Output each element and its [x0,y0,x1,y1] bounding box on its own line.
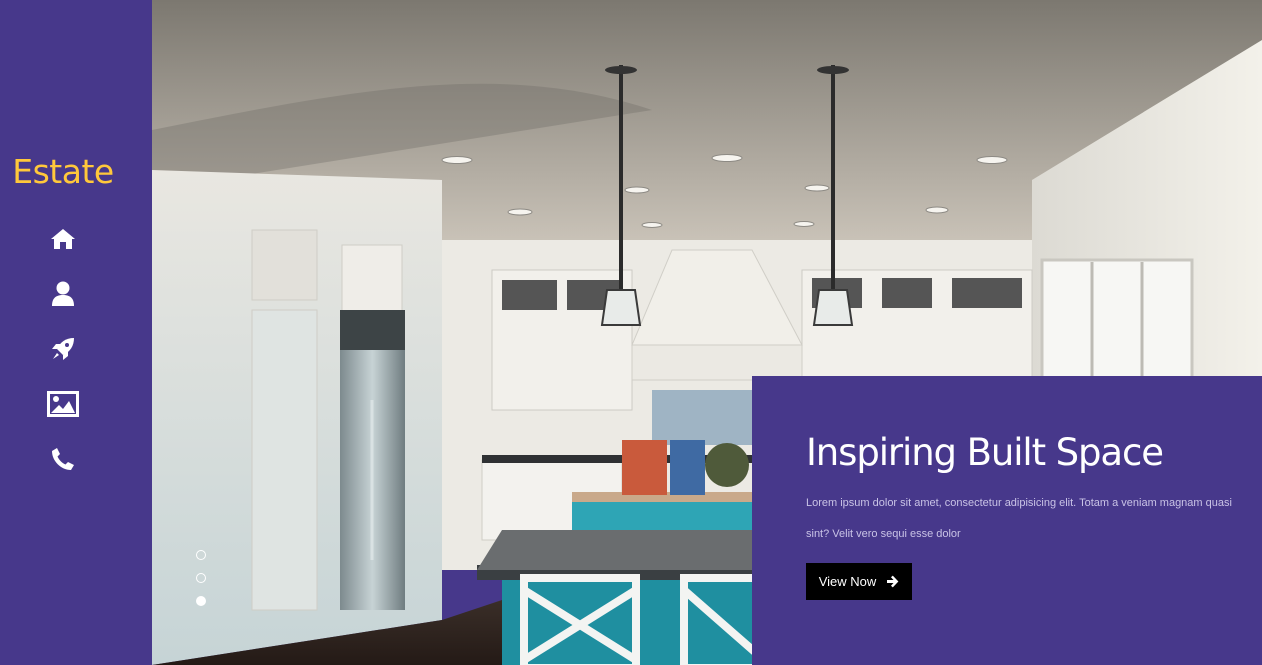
sidebar-nav [44,220,82,495]
user-icon [52,281,74,306]
nav-gallery[interactable] [44,385,82,423]
image-icon [47,391,79,417]
nav-home[interactable] [44,220,82,258]
hero-caption-panel: Inspiring Built Space Lorem ipsum dolor … [752,376,1262,665]
rocket-icon [52,338,74,360]
slide-dot-3[interactable] [196,596,206,606]
slider-pagination [196,550,208,619]
brand-logo[interactable]: Estate [0,152,126,191]
view-now-label: View Now [818,574,877,589]
view-now-button[interactable]: View Now [806,563,912,600]
slide-dot-2[interactable] [196,573,206,583]
nav-profile[interactable] [44,275,82,313]
arrow-right-icon [887,575,899,588]
hero-description: Lorem ipsum dolor sit amet, consectetur … [806,497,1232,540]
home-icon [51,229,75,249]
phone-icon [52,448,74,470]
slide-dot-1[interactable] [196,550,206,560]
nav-contact[interactable] [44,440,82,478]
hero-title: Inspiring Built Space [806,431,1164,474]
sidebar: Estate [0,0,152,665]
nav-services[interactable] [44,330,82,368]
